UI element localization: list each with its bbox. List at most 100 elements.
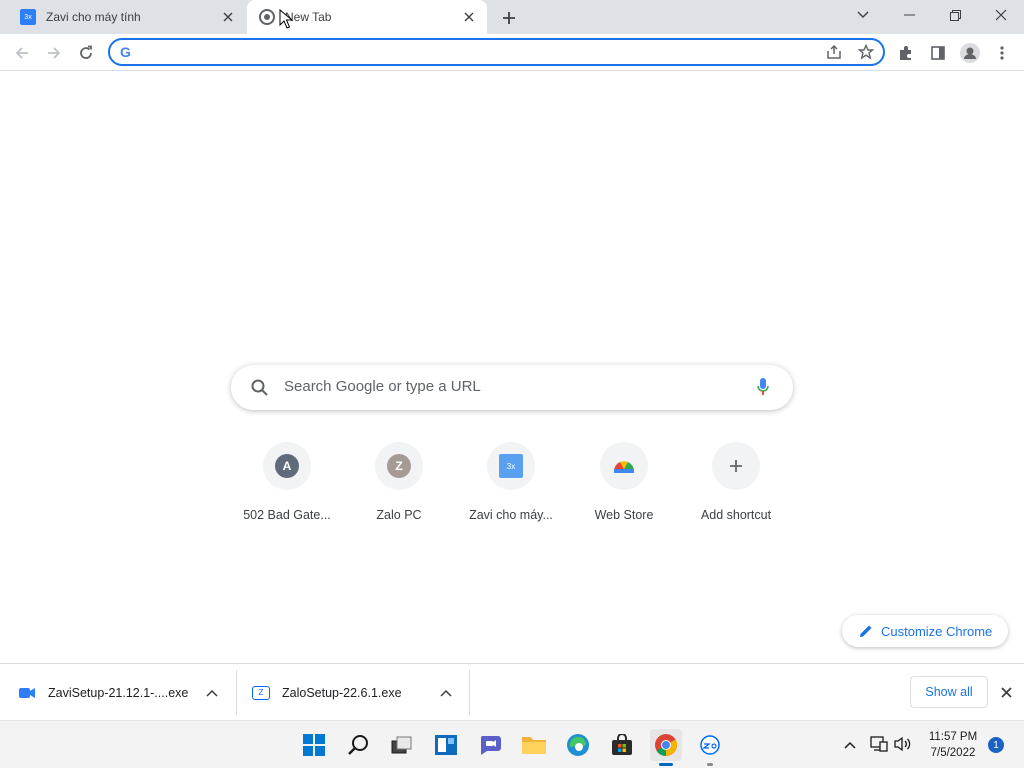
chrome-icon — [655, 734, 677, 756]
taskbar-clock[interactable]: 11:57 PM 7/5/2022 — [920, 729, 986, 761]
shortcut-label: Zalo PC — [376, 508, 422, 522]
tab-zavi[interactable]: 3x Zavi cho máy tính — [8, 0, 246, 34]
back-button[interactable] — [8, 39, 36, 67]
more-vertical-icon — [1000, 46, 1004, 60]
folder-icon — [522, 737, 546, 754]
close-window-button[interactable] — [978, 0, 1024, 30]
share-icon[interactable] — [826, 44, 842, 65]
windows-icon — [303, 734, 325, 756]
zalo-icon: Z — [252, 685, 270, 700]
taskbar-search-button[interactable] — [342, 729, 374, 761]
download-item[interactable]: ZaviSetup-21.12.1-....exe — [18, 664, 236, 721]
web-store-icon — [614, 461, 634, 473]
shortcut-letter-icon: Z — [387, 454, 411, 478]
shortcut-icon-container: Z — [375, 442, 423, 490]
chevron-up-icon[interactable] — [206, 686, 218, 700]
ntp-search-box[interactable]: Search Google or type a URL — [231, 365, 793, 410]
profile-button[interactable] — [956, 39, 984, 67]
show-hidden-icons-button[interactable] — [842, 737, 858, 753]
forward-button[interactable] — [40, 39, 68, 67]
clock-time: 11:57 PM — [928, 731, 978, 743]
file-explorer-button[interactable] — [518, 729, 550, 761]
plus-icon — [730, 460, 742, 472]
chevron-down-icon — [857, 11, 869, 18]
chrome-taskbar-button[interactable] — [650, 729, 682, 761]
shortcut-icon-container: 3x — [487, 442, 535, 490]
show-all-button[interactable]: Show all — [910, 676, 988, 708]
chevron-up-icon — [844, 741, 856, 749]
shortcut-icon-container: A — [263, 442, 311, 490]
store-button[interactable] — [606, 729, 638, 761]
tab-strip: 3x Zavi cho máy tính New Tab — [0, 0, 1024, 34]
reload-icon — [80, 45, 92, 59]
teams-chat-button[interactable] — [474, 729, 506, 761]
menu-button[interactable] — [988, 39, 1016, 67]
notification-badge[interactable]: 1 — [988, 737, 1004, 753]
shortcut-letter-icon: A — [275, 454, 299, 478]
toolbar: G — [0, 34, 1024, 71]
download-filename: ZaviSetup-21.12.1-....exe — [48, 685, 189, 700]
search-icon — [348, 735, 368, 755]
new-tab-button[interactable] — [498, 7, 520, 29]
zalo-icon — [700, 735, 720, 755]
puzzle-icon — [900, 46, 911, 60]
arrow-left-icon — [15, 47, 28, 59]
bookmark-star-icon[interactable] — [857, 43, 875, 65]
network-icon[interactable] — [870, 736, 888, 757]
chat-icon — [480, 736, 501, 755]
zavi-icon: 3x — [20, 9, 36, 25]
plus-icon — [503, 12, 515, 24]
zavi-icon — [18, 686, 36, 700]
zalo-taskbar-button[interactable] — [694, 729, 726, 761]
tab-title: Zavi cho máy tính — [46, 10, 141, 24]
side-panel-button[interactable] — [924, 39, 952, 67]
reload-button[interactable] — [72, 39, 100, 67]
shortcut-label: Add shortcut — [700, 508, 772, 522]
address-bar[interactable]: G — [108, 38, 885, 66]
task-view-button[interactable] — [386, 729, 418, 761]
divider — [469, 670, 470, 715]
restore-icon — [949, 9, 961, 21]
address-input[interactable] — [140, 43, 790, 61]
volume-icon[interactable] — [894, 736, 912, 757]
shortcut-label: Web Store — [594, 508, 654, 522]
task-view-icon — [391, 736, 412, 754]
close-icon — [1000, 686, 1012, 698]
shortcut-tile[interactable]: 3x Zavi cho máy... — [455, 442, 567, 542]
shortcut-label: 502 Bad Gate... — [243, 508, 331, 522]
tab-search-button[interactable] — [840, 0, 886, 30]
zavi-icon: 3x — [499, 454, 523, 478]
extensions-button[interactable] — [892, 39, 920, 67]
minimize-icon — [903, 14, 915, 16]
mouse-cursor-icon — [279, 8, 294, 34]
download-shelf: ZaviSetup-21.12.1-....exe Z ZaloSetup-22… — [0, 663, 1024, 720]
close-shelf-button[interactable] — [998, 684, 1014, 700]
download-item[interactable]: Z ZaloSetup-22.6.1.exe — [252, 664, 468, 721]
chrome-icon — [259, 9, 275, 25]
chevron-up-icon[interactable] — [440, 686, 452, 700]
shortcut-icon-container — [712, 442, 760, 490]
download-filename: ZaloSetup-22.6.1.exe — [282, 685, 402, 700]
start-button[interactable] — [298, 729, 330, 761]
shortcut-tile[interactable]: A 502 Bad Gate... — [231, 442, 343, 542]
edge-icon — [567, 734, 589, 756]
close-icon[interactable] — [461, 9, 477, 25]
close-icon[interactable] — [220, 9, 236, 25]
shortcut-icon-container — [600, 442, 648, 490]
restore-button[interactable] — [932, 0, 978, 30]
active-app-indicator — [659, 763, 673, 766]
customize-chrome-label: Customize Chrome — [881, 623, 993, 639]
minimize-button[interactable] — [886, 0, 932, 30]
running-app-indicator — [707, 763, 713, 766]
add-shortcut-tile[interactable]: Add shortcut — [680, 442, 792, 542]
edge-button[interactable] — [562, 729, 594, 761]
search-icon — [251, 379, 268, 401]
shortcut-tile[interactable]: Z Zalo PC — [343, 442, 455, 542]
microphone-icon[interactable] — [757, 377, 769, 402]
divider — [236, 670, 237, 715]
customize-chrome-button[interactable]: Customize Chrome — [842, 615, 1008, 647]
widgets-button[interactable] — [430, 729, 462, 761]
shortcut-tile[interactable]: Web Store — [568, 442, 680, 542]
arrow-right-icon — [48, 47, 61, 59]
google-icon: G — [120, 44, 131, 60]
